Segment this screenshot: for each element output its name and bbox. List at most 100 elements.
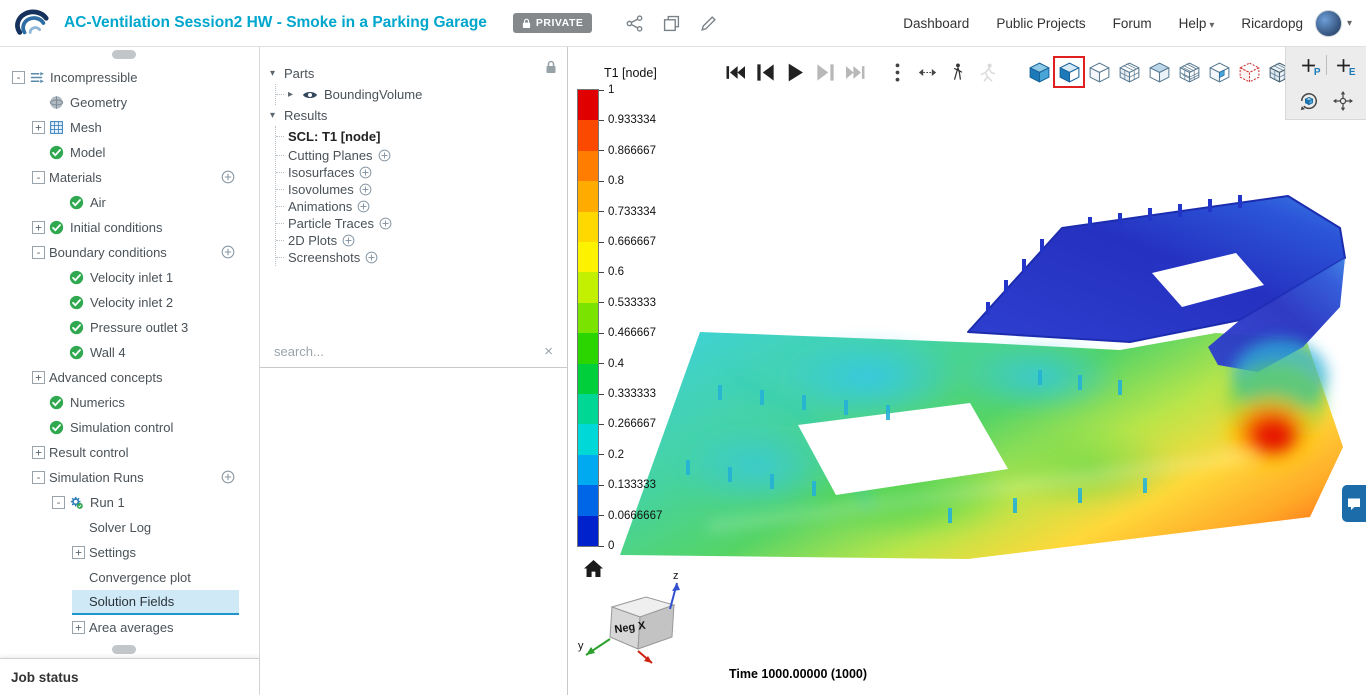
tree-item-air[interactable]: Air xyxy=(0,190,259,215)
cube-grid-view-icon[interactable] xyxy=(1115,58,1143,86)
tree-item-result-control[interactable]: + Result control xyxy=(0,440,259,465)
tree-item-incompressible[interactable]: - Incompressible xyxy=(0,65,259,90)
add-icon[interactable] xyxy=(365,251,378,264)
clear-search-icon[interactable]: × xyxy=(544,344,553,359)
walkthrough-icon[interactable] xyxy=(943,58,971,86)
fit-width-icon[interactable] xyxy=(913,58,941,86)
cube-corner-view-icon[interactable] xyxy=(1205,58,1233,86)
orientation-cube[interactable]: Neg X z y xyxy=(576,567,716,679)
tree-item-simulation-runs[interactable]: - Simulation Runs xyxy=(0,465,259,490)
tree-item-area-averages[interactable]: + Area averages xyxy=(0,615,259,640)
tree-item-cutting-planes[interactable]: Cutting Planes xyxy=(276,147,567,164)
tree-item-materials[interactable]: - Materials xyxy=(0,165,259,190)
cube-outline-view-icon[interactable] xyxy=(1085,58,1113,86)
expand-icon[interactable]: + xyxy=(32,371,45,384)
tree-item-animations[interactable]: Animations xyxy=(276,198,567,215)
tree-item-mesh[interactable]: + Mesh xyxy=(0,115,259,140)
tree-item-settings[interactable]: + Settings xyxy=(0,540,259,565)
add-point-probe-icon[interactable]: P xyxy=(1296,52,1322,78)
tree-item-model[interactable]: Model xyxy=(0,140,259,165)
step-back-icon[interactable] xyxy=(751,58,779,86)
job-status-bar[interactable]: Job status xyxy=(0,658,259,695)
orthogonal-view-icon[interactable] xyxy=(1053,56,1085,88)
more-options-icon[interactable] xyxy=(883,58,911,86)
tree-item-simulation-control[interactable]: Simulation control xyxy=(0,415,259,440)
edit-icon[interactable] xyxy=(700,15,717,32)
nav-item-dashboard[interactable]: Dashboard xyxy=(903,16,969,31)
expand-icon[interactable]: + xyxy=(32,221,45,234)
nav-item-help[interactable]: Help ▾ xyxy=(1179,16,1215,31)
scroll-down-indicator[interactable] xyxy=(112,645,136,654)
nav-item-public-projects[interactable]: Public Projects xyxy=(996,16,1085,31)
tree-item-2d-plots[interactable]: 2D Plots xyxy=(276,232,567,249)
home-view-icon[interactable] xyxy=(584,560,603,577)
expand-icon[interactable]: + xyxy=(32,121,45,134)
rotate-view-icon[interactable] xyxy=(1295,87,1323,115)
tree-item-boundingvolume[interactable]: ▸ BoundingVolume xyxy=(276,84,567,105)
tree-item-advanced-concepts[interactable]: + Advanced concepts xyxy=(0,365,259,390)
expand-icon[interactable]: + xyxy=(32,446,45,459)
lock-icon[interactable] xyxy=(545,60,557,74)
tree-item-numerics[interactable]: Numerics xyxy=(0,390,259,415)
share-icon[interactable] xyxy=(626,14,643,32)
nav-item-forum[interactable]: Forum xyxy=(1113,16,1152,31)
tree-item-pressure-outlet-3[interactable]: Pressure outlet 3 xyxy=(0,315,259,340)
collapse-icon[interactable]: - xyxy=(32,171,45,184)
cube-section-view-icon[interactable] xyxy=(1145,58,1173,86)
add-element-probe-icon[interactable]: E xyxy=(1331,52,1357,78)
chevron-down-icon[interactable]: ▾ xyxy=(270,110,284,121)
chevron-down-icon[interactable]: ▾ xyxy=(270,68,284,79)
tree-item-velocity-inlet-1[interactable]: Velocity inlet 1 xyxy=(0,265,259,290)
flythrough-icon[interactable] xyxy=(973,58,1001,86)
collapse-icon[interactable]: - xyxy=(32,471,45,484)
tree-item-wall-4[interactable]: Wall 4 xyxy=(0,340,259,365)
add-icon[interactable] xyxy=(379,217,392,230)
tree-item-run-1[interactable]: - Run 1 xyxy=(0,490,259,515)
tree-item-geometry[interactable]: Geometry xyxy=(0,90,259,115)
add-icon[interactable] xyxy=(378,149,391,162)
skip-to-last-icon[interactable] xyxy=(841,58,869,86)
add-icon[interactable] xyxy=(359,183,372,196)
collapse-icon[interactable]: - xyxy=(52,496,65,509)
parts-group-row[interactable]: ▾ Parts xyxy=(270,63,567,84)
search-input[interactable] xyxy=(274,343,545,359)
step-forward-icon[interactable] xyxy=(811,58,839,86)
cube-mesh-view-icon[interactable] xyxy=(1175,58,1203,86)
add-icon[interactable] xyxy=(221,470,235,484)
expand-icon[interactable]: + xyxy=(72,546,85,559)
play-icon[interactable] xyxy=(781,58,809,86)
cube-faces-select-icon[interactable] xyxy=(1235,58,1263,86)
tree-item-particle-traces[interactable]: Particle Traces xyxy=(276,215,567,232)
perspective-view-icon[interactable] xyxy=(1025,58,1053,86)
tree-item-velocity-inlet-2[interactable]: Velocity inlet 2 xyxy=(0,290,259,315)
add-icon[interactable] xyxy=(359,166,372,179)
collapse-icon[interactable]: - xyxy=(12,71,25,84)
add-icon[interactable] xyxy=(221,245,235,259)
tree-item-solver-log[interactable]: Solver Log xyxy=(0,515,259,540)
chat-button[interactable] xyxy=(1342,485,1366,522)
user-avatar[interactable] xyxy=(1314,9,1342,37)
results-group-row[interactable]: ▾ Results xyxy=(270,105,567,126)
username[interactable]: Ricardopg xyxy=(1241,16,1303,31)
tree-item-scl-t1-node[interactable]: SCL: T1 [node] xyxy=(276,126,567,147)
duplicate-icon[interactable] xyxy=(663,15,680,32)
tree-item-boundary-conditions[interactable]: - Boundary conditions xyxy=(0,240,259,265)
app-logo-icon[interactable] xyxy=(14,6,52,40)
tree-item-screenshots[interactable]: Screenshots xyxy=(276,249,567,266)
add-icon[interactable] xyxy=(357,200,370,213)
skip-to-first-icon[interactable] xyxy=(721,58,749,86)
scroll-up-indicator[interactable] xyxy=(112,50,136,59)
chevron-right-icon[interactable]: ▸ xyxy=(288,89,302,100)
expand-icon[interactable]: + xyxy=(72,621,85,634)
tree-item-isovolumes[interactable]: Isovolumes xyxy=(276,181,567,198)
tree-item-convergence-plot[interactable]: Convergence plot xyxy=(0,565,259,590)
add-icon[interactable] xyxy=(342,234,355,247)
tree-item-solution-fields[interactable]: Solution Fields xyxy=(0,590,259,615)
collapse-icon[interactable]: - xyxy=(32,246,45,259)
tree-item-initial-conditions[interactable]: + Initial conditions xyxy=(0,215,259,240)
tree-item-isosurfaces[interactable]: Isosurfaces xyxy=(276,164,567,181)
visibility-eye-icon[interactable] xyxy=(302,89,318,101)
chevron-down-icon[interactable]: ▾ xyxy=(1347,18,1352,29)
add-icon[interactable] xyxy=(221,170,235,184)
center-view-icon[interactable] xyxy=(1329,87,1357,115)
